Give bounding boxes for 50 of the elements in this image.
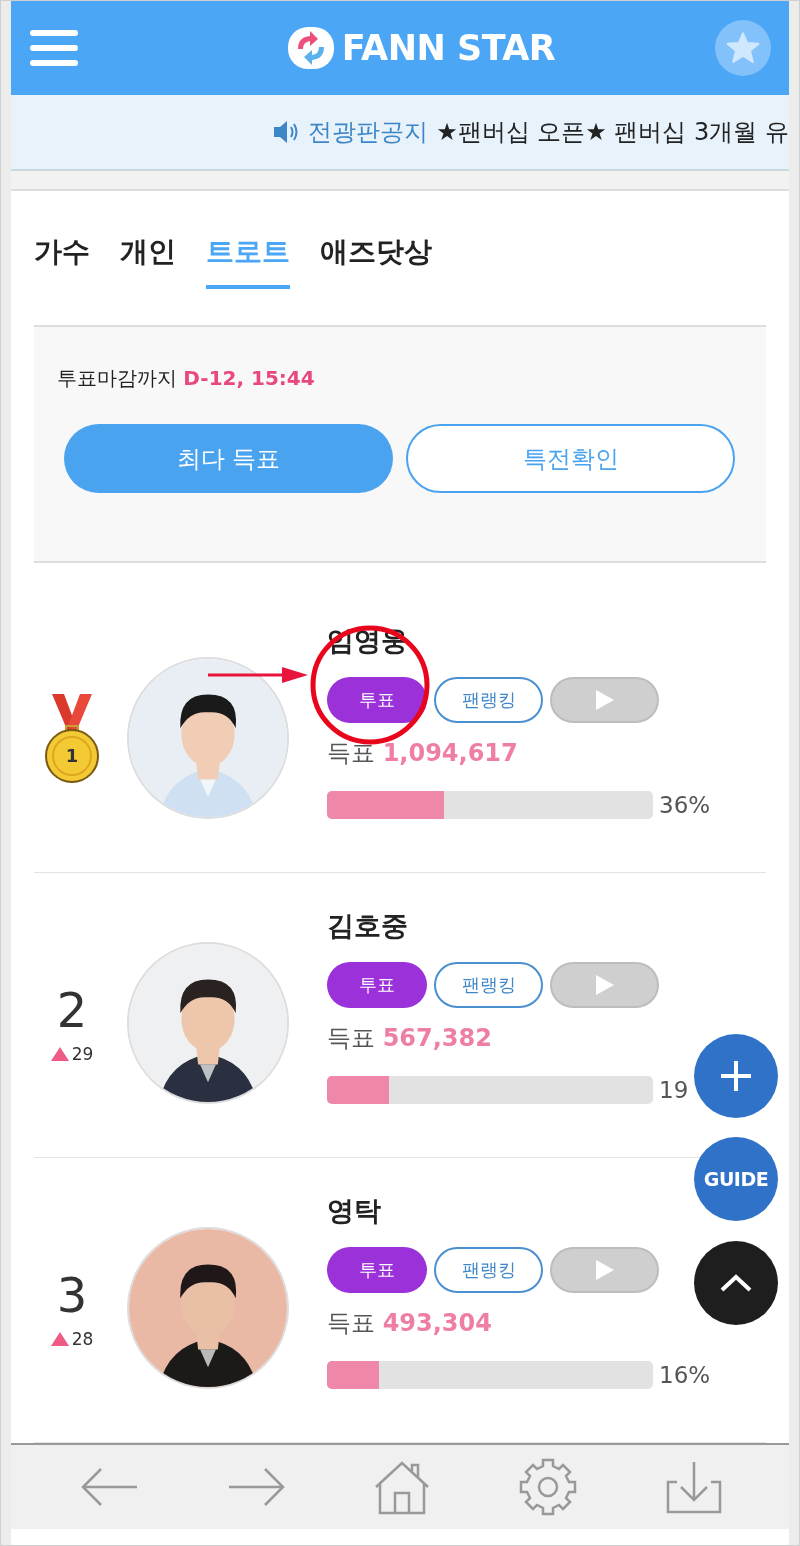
favorite-button[interactable] bbox=[715, 20, 771, 76]
rank-number: 2 bbox=[56, 982, 88, 1038]
vote-button[interactable]: 투표 bbox=[327, 1247, 427, 1293]
download-icon[interactable] bbox=[665, 1460, 723, 1514]
vote-button[interactable]: 투표 bbox=[327, 962, 427, 1008]
notice-text: ★팬버십 오픈★ 팬버십 3개월 유 bbox=[436, 117, 789, 148]
rank-up-icon bbox=[50, 1047, 69, 1061]
logo-text: FANN STAR bbox=[341, 28, 556, 68]
fan-ranking-button[interactable]: 팬랭킹 bbox=[434, 1247, 543, 1293]
category-tab[interactable]: 애즈닷상 bbox=[320, 229, 432, 289]
medal-icon bbox=[44, 692, 100, 784]
play-icon bbox=[593, 688, 616, 712]
most-votes-button[interactable]: 최다 득표 bbox=[64, 424, 393, 493]
logo-icon bbox=[287, 27, 334, 69]
vote-count: 득표 493,304 bbox=[327, 1308, 493, 1339]
menu-icon[interactable] bbox=[30, 28, 78, 68]
percent-label: 36% bbox=[659, 792, 711, 818]
vote-count: 득표 1,094,617 bbox=[327, 738, 519, 769]
fan-ranking-button[interactable]: 팬랭킹 bbox=[434, 677, 543, 723]
notice-label[interactable]: 전광판공지 bbox=[308, 116, 429, 148]
rank-up-icon bbox=[50, 1332, 69, 1346]
chevron-up-icon bbox=[719, 1273, 753, 1293]
vote-count: 득표 567,382 bbox=[327, 1023, 493, 1054]
singer-name: 영탁 bbox=[327, 1194, 382, 1228]
back-icon[interactable] bbox=[81, 1467, 139, 1507]
category-tab[interactable]: 트로트 bbox=[206, 229, 290, 289]
settings-icon[interactable] bbox=[519, 1458, 577, 1516]
vote-button[interactable]: 투표 bbox=[327, 677, 427, 723]
rank-change: 29 bbox=[71, 1044, 94, 1064]
home-icon[interactable] bbox=[374, 1459, 430, 1515]
guide-button[interactable]: GUIDE bbox=[694, 1137, 778, 1221]
rank-number: 3 bbox=[56, 1267, 88, 1323]
plus-icon bbox=[719, 1059, 753, 1093]
rank-change: 28 bbox=[71, 1329, 94, 1349]
benefits-button[interactable]: 특전확인 bbox=[406, 424, 735, 493]
percent-label: 16% bbox=[659, 1362, 711, 1388]
forward-icon[interactable] bbox=[227, 1467, 285, 1507]
category-tab[interactable]: 가수 bbox=[34, 229, 90, 289]
play-icon bbox=[593, 973, 616, 997]
play-button[interactable] bbox=[550, 962, 659, 1008]
deadline-text: 투표마감까지 D-12, 15:44 bbox=[57, 366, 315, 390]
play-icon bbox=[593, 1258, 616, 1282]
rank-number: 1 bbox=[64, 746, 80, 766]
fan-ranking-button[interactable]: 팬랭킹 bbox=[434, 962, 543, 1008]
play-button[interactable] bbox=[550, 1247, 659, 1293]
percent-label: 19 bbox=[659, 1077, 689, 1103]
star-icon bbox=[726, 32, 760, 64]
play-button[interactable] bbox=[550, 677, 659, 723]
category-tab[interactable]: 개인 bbox=[120, 229, 176, 289]
singer-name: 김호중 bbox=[327, 909, 409, 943]
